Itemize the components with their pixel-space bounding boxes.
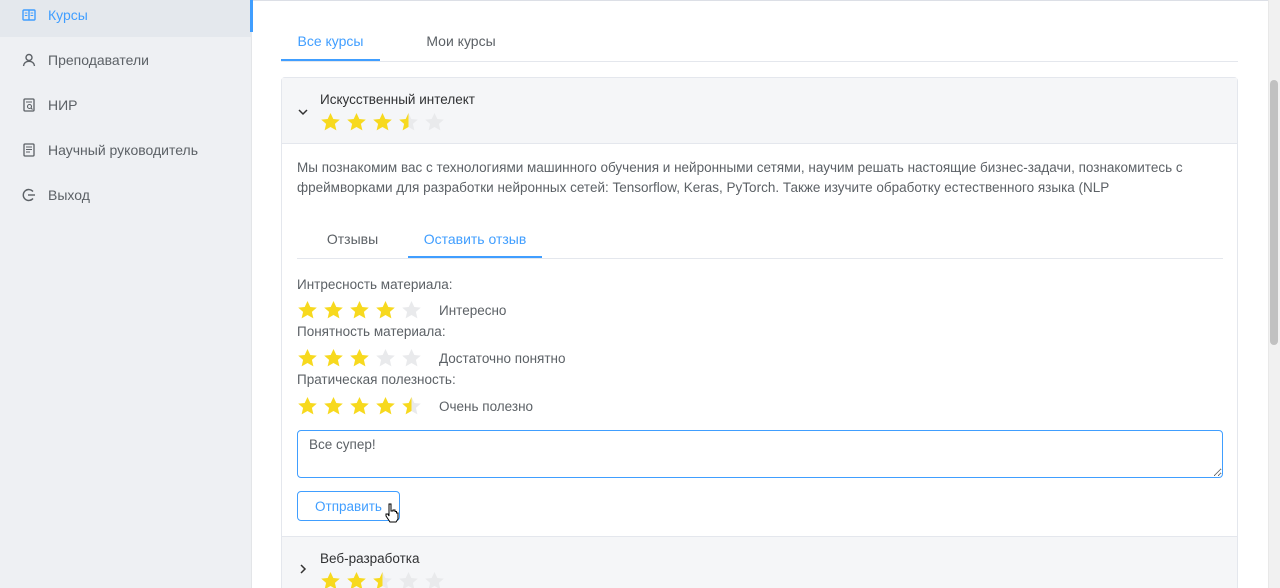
sidebar-item-label: Курсы bbox=[48, 6, 88, 23]
star-icon[interactable] bbox=[297, 300, 318, 320]
tab-leave-review[interactable]: Оставить отзыв bbox=[408, 221, 542, 259]
scrollbar-thumb[interactable] bbox=[1270, 80, 1278, 345]
star-icon bbox=[320, 112, 341, 132]
course-tabs: Все курсы Мои курсы bbox=[281, 22, 1238, 62]
star-icon[interactable] bbox=[349, 348, 370, 368]
header-divider bbox=[253, 0, 1268, 1]
course-title: Искусственный интелект bbox=[320, 92, 475, 107]
sidebar-item-logout[interactable]: Выход bbox=[0, 172, 252, 217]
star-icon bbox=[346, 112, 367, 132]
review-tabs: Отзывы Оставить отзыв bbox=[297, 221, 1223, 259]
star-icon bbox=[372, 112, 393, 132]
star-icon[interactable] bbox=[375, 396, 396, 416]
star-icon[interactable] bbox=[375, 348, 396, 368]
sidebar-item-label: Научный руководитель bbox=[48, 141, 199, 158]
review-textarea[interactable] bbox=[297, 430, 1223, 478]
star-icon bbox=[398, 571, 419, 588]
sidebar-item-label: НИР bbox=[48, 96, 78, 113]
star-icon[interactable] bbox=[323, 396, 344, 416]
rating-stars-interest[interactable] bbox=[297, 300, 427, 320]
courses-collapse: Искусственный интелект Мы познакомим вас… bbox=[281, 77, 1238, 588]
course-rating bbox=[320, 571, 450, 588]
course-header-web[interactable]: Веб-разработка bbox=[282, 536, 1237, 588]
sidebar-item-teachers[interactable]: Преподаватели bbox=[0, 37, 252, 82]
sidebar-item-label: Выход bbox=[48, 186, 90, 203]
course-title: Веб-разработка bbox=[320, 551, 420, 566]
chevron-down-icon bbox=[298, 109, 308, 116]
star-icon bbox=[398, 112, 419, 132]
star-icon[interactable] bbox=[401, 300, 422, 320]
star-icon bbox=[424, 571, 445, 588]
sidebar-item-supervisor[interactable]: Научный руководитель bbox=[0, 127, 252, 172]
star-icon bbox=[424, 112, 445, 132]
mouse-pointer-icon bbox=[385, 503, 399, 523]
rating-label-interest: Интресность материала: bbox=[297, 277, 453, 292]
rating-text-interest: Интересно bbox=[439, 303, 507, 318]
tab-all-courses[interactable]: Все курсы bbox=[281, 22, 380, 62]
star-icon[interactable] bbox=[349, 396, 370, 416]
star-icon[interactable] bbox=[323, 300, 344, 320]
tab-reviews[interactable]: Отзывы bbox=[297, 221, 408, 259]
book-icon bbox=[22, 8, 36, 22]
rating-stars-usefulness[interactable] bbox=[297, 396, 427, 416]
document-list-icon bbox=[22, 142, 36, 157]
chevron-right-icon bbox=[300, 564, 307, 574]
logout-icon bbox=[22, 188, 36, 202]
sidebar-item-research[interactable]: НИР bbox=[0, 82, 252, 127]
course-rating bbox=[320, 112, 450, 132]
course-description: Мы познакомим вас с технологиями машинно… bbox=[297, 160, 1183, 195]
rating-label-usefulness: Пратическая полезность: bbox=[297, 372, 456, 387]
sidebar-item-courses[interactable]: Курсы bbox=[0, 0, 252, 37]
scrollbar[interactable] bbox=[1268, 0, 1280, 588]
star-icon[interactable] bbox=[323, 348, 344, 368]
subtab-active-underline bbox=[408, 256, 542, 258]
sidebar-item-label: Преподаватели bbox=[48, 51, 149, 68]
star-icon[interactable] bbox=[297, 396, 318, 416]
user-icon bbox=[22, 53, 36, 67]
course-header-ai[interactable]: Искусственный интелект bbox=[282, 78, 1237, 144]
star-icon bbox=[346, 571, 367, 588]
star-icon bbox=[320, 571, 341, 588]
star-icon[interactable] bbox=[401, 396, 422, 416]
active-indicator bbox=[250, 0, 253, 32]
tab-active-underline bbox=[281, 59, 380, 61]
tab-my-courses[interactable]: Мои курсы bbox=[411, 22, 511, 62]
document-search-icon bbox=[22, 97, 36, 112]
rating-text-usefulness: Очень полезно bbox=[439, 399, 534, 414]
star-icon[interactable] bbox=[401, 348, 422, 368]
star-icon[interactable] bbox=[375, 300, 396, 320]
sidebar: Курсы Преподаватели НИР Научный руководи… bbox=[0, 0, 252, 588]
star-icon[interactable] bbox=[297, 348, 318, 368]
rating-stars-clarity[interactable] bbox=[297, 348, 427, 368]
star-icon[interactable] bbox=[349, 300, 370, 320]
rating-text-clarity: Достаточно понятно bbox=[439, 351, 566, 366]
star-icon bbox=[372, 571, 393, 588]
rating-label-clarity: Понятность материала: bbox=[297, 324, 446, 339]
